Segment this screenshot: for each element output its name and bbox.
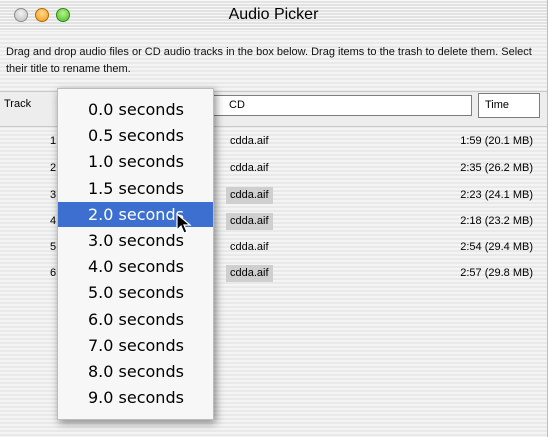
track-number: 2 (50, 162, 57, 174)
track-number: 6 (50, 267, 57, 279)
menu-item[interactable]: 1.0 seconds (58, 149, 213, 174)
cd-title-field[interactable]: CD (210, 95, 472, 116)
time-column-header[interactable]: Time (478, 93, 540, 118)
track-file-name[interactable]: cdda.aif (226, 187, 273, 204)
track-number: 4 (50, 215, 57, 227)
track-file-name[interactable]: cdda.aif (226, 213, 273, 230)
track-file-name[interactable]: cdda.aif (226, 265, 273, 282)
track-duration: 2:23 (24.1 MB) (460, 189, 533, 201)
menu-item[interactable]: 0.5 seconds (58, 123, 213, 148)
window-title: Audio Picker (228, 6, 319, 23)
track-number: 1 (50, 135, 57, 147)
menu-item[interactable]: 7.0 seconds (58, 333, 213, 358)
menu-item[interactable]: 6.0 seconds (58, 307, 213, 332)
track-duration: 2:18 (23.2 MB) (460, 215, 533, 227)
delay-popup-menu[interactable]: 0.0 seconds 0.5 seconds 1.0 seconds 1.5 sec… (57, 88, 214, 420)
menu-item[interactable]: 0.0 seconds (58, 97, 213, 122)
audio-picker-window: Audio Picker Drag and drop audio files o… (0, 0, 548, 437)
menu-item[interactable]: 4.0 seconds (58, 254, 213, 279)
menu-item[interactable]: 1.5 seconds (58, 176, 213, 201)
track-duration: 2:54 (29.4 MB) (460, 241, 533, 253)
menu-item[interactable]: 8.0 seconds (58, 359, 213, 384)
track-number: 5 (50, 241, 57, 253)
track-file-name[interactable]: cdda.aif (226, 160, 273, 177)
instructions-text: Drag and drop audio files or CD audio tr… (6, 46, 532, 75)
track-file-name[interactable]: cdda.aif (226, 133, 273, 150)
title-bar[interactable]: Audio Picker (0, 0, 547, 31)
menu-item[interactable]: 9.0 seconds (58, 385, 213, 410)
track-duration: 1:59 (20.1 MB) (460, 135, 533, 147)
track-file-name[interactable]: cdda.aif (226, 239, 273, 256)
track-number: 3 (50, 189, 57, 201)
track-duration: 2:35 (26.2 MB) (460, 162, 533, 174)
menu-item[interactable]: 5.0 seconds (58, 280, 213, 305)
track-duration: 2:57 (29.8 MB) (460, 267, 533, 279)
arrow-cursor-icon (176, 213, 192, 234)
track-column-header[interactable]: Track (4, 98, 31, 110)
